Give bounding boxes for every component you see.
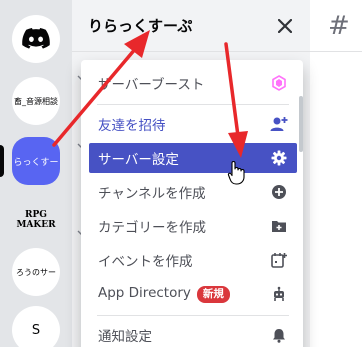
new-badge: 新規 bbox=[196, 286, 230, 303]
menu-item-invite-friends[interactable]: 友達を招待 bbox=[89, 109, 297, 139]
menu-item-server-boost[interactable]: サーバーブースト bbox=[89, 68, 297, 98]
server-name: りらっくすーぷ bbox=[88, 17, 193, 35]
menu-item-create-category[interactable]: カテゴリーを作成 bbox=[89, 211, 297, 241]
menu-item-label: サーバーブースト bbox=[98, 77, 205, 93]
menu-item-label: チャンネルを作成 bbox=[98, 186, 206, 202]
server-dropdown-menu: サーバーブースト 友達を招待 サーバー設定 チャンネルを作成 カテゴリーを作成 … bbox=[81, 60, 303, 347]
rpgmaker-logo: RPG MAKER bbox=[16, 210, 55, 230]
hash-icon: # bbox=[328, 10, 350, 41]
server-icon-rpgmaker[interactable]: RPG MAKER bbox=[12, 196, 60, 244]
menu-item-label: カテゴリーを作成 bbox=[98, 220, 206, 236]
plus-circle-icon bbox=[270, 183, 288, 201]
boost-gem-icon bbox=[270, 74, 288, 92]
selected-server-indicator bbox=[0, 145, 4, 177]
menu-item-create-event[interactable]: イベントを作成 bbox=[89, 245, 297, 275]
server-rail: 畜_音源相談 らっくすー RPG MAKER ろうのサー S bbox=[0, 0, 72, 347]
server-label: らっくすー bbox=[13, 157, 59, 168]
menu-item-create-channel[interactable]: チャンネルを作成 bbox=[89, 177, 297, 207]
close-icon[interactable] bbox=[272, 13, 298, 39]
calendar-plus-icon bbox=[270, 251, 288, 269]
menu-item-label: 通知設定 bbox=[98, 329, 152, 345]
server-label: 畜_音源相談 bbox=[14, 96, 58, 106]
logo-line-2: MAKER bbox=[16, 220, 56, 230]
menu-divider bbox=[97, 104, 289, 105]
menu-item-label: サーバー設定 bbox=[98, 152, 179, 168]
server-icon-s[interactable]: S bbox=[12, 306, 60, 347]
main-chat-area: # bbox=[310, 0, 362, 347]
server-icon-ongen[interactable]: 畜_音源相談 bbox=[12, 77, 60, 125]
menu-item-label: 友達を招待 bbox=[98, 118, 166, 134]
menu-divider bbox=[97, 315, 289, 316]
menu-item-label: App Directory 新規 bbox=[98, 285, 270, 303]
bell-icon bbox=[270, 326, 288, 344]
gear-icon bbox=[270, 149, 288, 167]
menu-item-label: イベントを作成 bbox=[98, 254, 193, 270]
folder-plus-icon bbox=[270, 217, 288, 235]
menu-item-app-directory[interactable]: App Directory 新規 bbox=[89, 279, 297, 309]
robot-icon bbox=[270, 285, 288, 303]
app-directory-text: App Directory bbox=[98, 285, 191, 301]
server-icon-rou[interactable]: ろうのサー bbox=[12, 248, 60, 296]
discord-home-button[interactable] bbox=[12, 15, 60, 63]
discord-logo-icon bbox=[22, 28, 50, 49]
server-label: S bbox=[31, 322, 41, 338]
server-label: ろうのサー bbox=[16, 267, 56, 277]
menu-item-server-settings[interactable]: サーバー設定 bbox=[89, 143, 297, 173]
server-header[interactable]: りらっくすーぷ bbox=[72, 0, 310, 52]
server-icon-relax[interactable]: らっくすー bbox=[12, 137, 60, 185]
menu-scrollbar[interactable] bbox=[299, 96, 303, 152]
add-person-icon bbox=[270, 115, 288, 133]
menu-item-notification-settings[interactable]: 通知設定 bbox=[89, 320, 297, 347]
channel-header: # bbox=[310, 0, 362, 52]
logo-line-1: RPG bbox=[25, 210, 47, 220]
